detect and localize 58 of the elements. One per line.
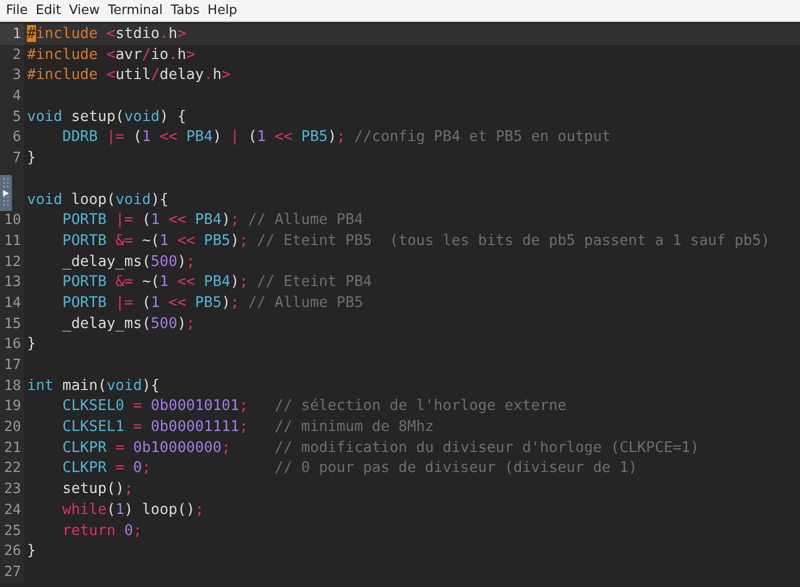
line-number: 22 <box>0 458 24 480</box>
code-line: #include <util/delay.h> <box>26 65 230 86</box>
code-line: #include <stdio.h> <box>26 24 186 44</box>
line-number: 24 <box>0 500 24 520</box>
menu-item[interactable]: Edit <box>32 0 65 20</box>
line-number: 27 <box>0 562 24 583</box>
line-number: 4 <box>0 86 24 107</box>
code-line: return 0; <box>61 520 142 540</box>
code-line: PORTB &= ~(1 << PB5); // Eteint PB5 (tous les bits de pb5 passent a 1 sauf pb5) <box>61 230 770 251</box>
code-line: } <box>26 541 36 562</box>
code-line: PORTB |= (1 << PB4); // Allume PB4 <box>61 210 364 230</box>
code-line: setup(); <box>61 479 134 500</box>
code-line: CLKSEL0 = 0b00010101; // sélection de l'horloge externe <box>61 396 566 416</box>
line-number: 13 <box>0 272 24 293</box>
menu-item[interactable]: Help <box>204 0 242 20</box>
code-line: #include <avr/io.h> <box>26 44 196 65</box>
grip-icon <box>3 196 9 208</box>
code-line: _delay_ms(500); <box>61 252 196 272</box>
line-number: 19 <box>0 396 24 418</box>
code-line: _delay_ms(500); <box>61 314 196 334</box>
line-number: 23 <box>0 479 24 500</box>
play-icon <box>3 190 9 196</box>
line-number: 20 <box>0 417 24 438</box>
code-line: CLKPR = 0; // 0 pour pas de diviseur (diviseur de 1) <box>61 458 638 478</box>
line-number: 12 <box>0 252 24 272</box>
menu-item[interactable]: File <box>2 0 32 20</box>
line-number: 10 <box>0 210 24 231</box>
line-number: 1 <box>0 24 24 45</box>
menu-item[interactable]: Terminal <box>104 0 167 20</box>
code-line: PORTB |= (1 << PB5); // Allume PB5 <box>61 292 364 313</box>
line-number: 25 <box>0 520 24 542</box>
line-number: 26 <box>0 541 24 562</box>
line-number: 5 <box>0 106 24 128</box>
line-number: 3 <box>0 65 24 86</box>
code-line: void loop(void){ <box>26 190 168 210</box>
code-line: CLKSEL1 = 0b00001111; // minimum de 8Mhz <box>61 417 434 438</box>
code-line: DDRB |= (1 << PB4) | (1 << PB5); //config PB4 et PB5 en output <box>61 127 611 148</box>
side-handle[interactable] <box>0 175 12 211</box>
code-line: CLKPR = 0b10000000; // modification du diviseur d'horloge (CLKPCE=1) <box>61 438 700 458</box>
line-number: 11 <box>0 230 24 252</box>
line-number: 15 <box>0 314 24 334</box>
line-number: 21 <box>0 438 24 458</box>
code-line: PORTB &= ~(1 << PB4); // Eteint PB4 <box>61 272 372 292</box>
code-line: void setup(void) { <box>26 106 186 127</box>
code-line: while(1) loop(); <box>61 500 204 520</box>
menu-item[interactable]: View <box>64 0 104 20</box>
code-line: } <box>26 148 36 168</box>
grip-icon <box>3 178 9 190</box>
line-number: 18 <box>0 376 24 396</box>
line-number: 7 <box>0 148 24 169</box>
menu-item[interactable]: Tabs <box>166 0 204 20</box>
line-number: 6 <box>0 127 24 148</box>
code-line: } <box>26 334 36 354</box>
code-line: int main(void){ <box>26 376 160 396</box>
line-number: 17 <box>0 355 24 376</box>
line-number: 2 <box>0 44 24 66</box>
line-number: 14 <box>0 292 24 314</box>
line-number: 16 <box>0 334 24 355</box>
